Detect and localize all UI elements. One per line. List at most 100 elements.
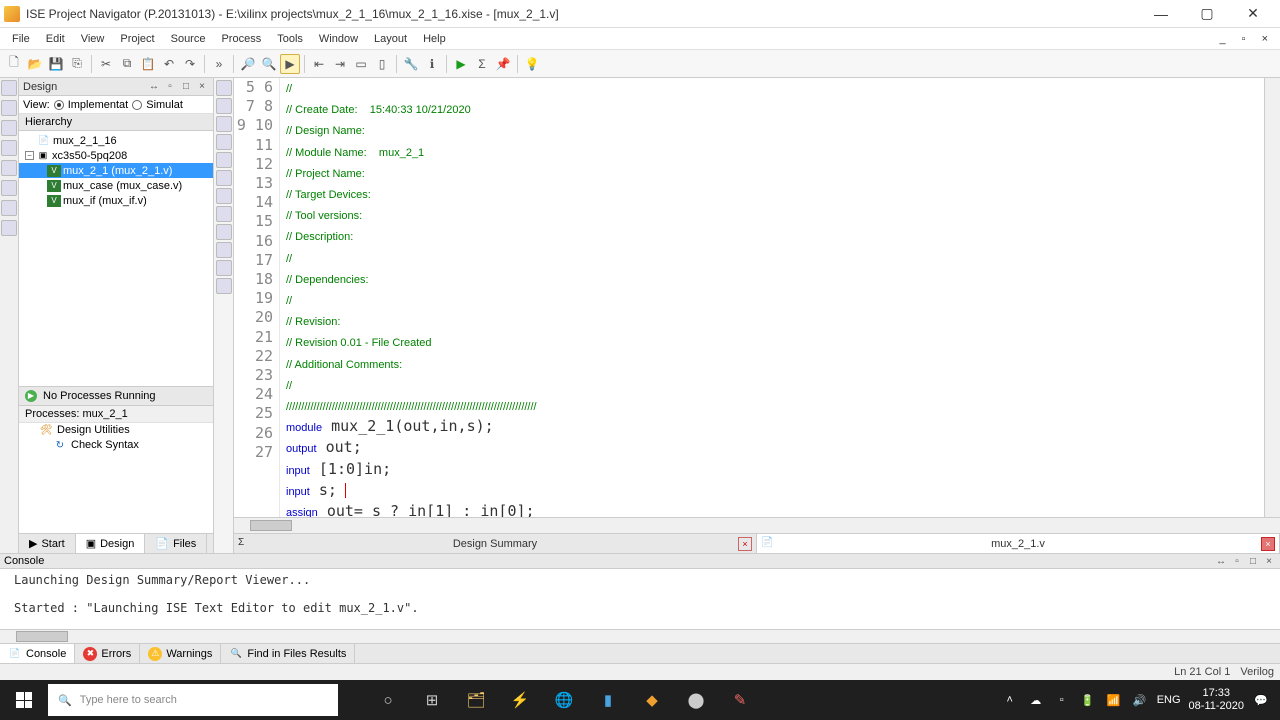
block1-icon[interactable]: ▭ [351,54,371,74]
block2-icon[interactable]: ▯ [372,54,392,74]
copy-icon[interactable]: ⧉ [117,54,137,74]
arrow-icon[interactable]: » [209,54,229,74]
find-icon[interactable]: 🔎 [238,54,258,74]
menu-help[interactable]: Help [415,33,454,45]
cortana-icon[interactable]: ○ [366,680,410,720]
radio-simulation[interactable] [132,100,142,110]
panel-max-icon[interactable]: □ [179,80,193,94]
edrail-icon[interactable] [216,134,232,150]
panel-float-icon[interactable]: ▫ [163,80,177,94]
taskview-icon[interactable]: ⊞ [410,680,454,720]
open-icon[interactable]: 📂 [25,54,45,74]
edrail-icon[interactable] [216,170,232,186]
rail-icon[interactable] [1,220,17,236]
console-output[interactable]: Launching Design Summary/Report Viewer..… [0,569,1280,629]
app3-icon[interactable]: ✎ [718,680,762,720]
tab-close-icon[interactable]: × [1261,537,1275,551]
code-area[interactable]: // // Create Date: 15:40:33 10/21/2020 /… [280,78,1264,517]
tray-icon[interactable]: ▫ [1053,691,1071,709]
console-tab[interactable]: 🔍Find in Files Results [221,644,355,663]
pin-icon[interactable]: 📌 [493,54,513,74]
console-float-icon[interactable]: ▫ [1230,554,1244,568]
rail-icon[interactable] [1,100,17,116]
tree-chip[interactable]: − ▣ xc3s50-5pq208 [19,148,213,163]
console-tab[interactable]: 📄Console [0,644,75,663]
rail-icon[interactable] [1,140,17,156]
rail-icon[interactable] [1,200,17,216]
bulb-icon[interactable]: 💡 [522,54,542,74]
cloud-icon[interactable]: ☁ [1027,691,1045,709]
menu-project[interactable]: Project [112,33,162,45]
sigma-icon[interactable]: Σ [472,54,492,74]
goto-icon[interactable]: ▶ [280,54,300,74]
rail-icon[interactable] [1,160,17,176]
edrail-icon[interactable] [216,116,232,132]
process-item[interactable]: ↻ Check Syntax [19,438,213,453]
explorer-icon[interactable]: 🗂 [454,680,498,720]
edrail-icon[interactable] [216,242,232,258]
vertical-scrollbar[interactable] [1264,78,1280,517]
battery-icon[interactable]: 🔋 [1079,691,1097,709]
edrail-icon[interactable] [216,260,232,276]
maximize-button[interactable]: ▢ [1184,0,1230,28]
tree-file[interactable]: V mux_case (mux_case.v) [19,178,213,193]
edrail-icon[interactable] [216,278,232,294]
menu-view[interactable]: View [73,33,113,45]
console-tab[interactable]: ✖Errors [75,644,140,663]
clock[interactable]: 17:33 08-11-2020 [1189,687,1244,713]
close-button[interactable]: ✕ [1230,0,1276,28]
panel-arrows-icon[interactable]: ↔ [147,80,161,94]
tab-close-icon[interactable]: × [738,537,752,551]
mdi-minimize-icon[interactable]: _ [1212,33,1234,45]
saveall-icon[interactable]: ⎘ [67,54,87,74]
app2-icon[interactable]: ▮ [586,680,630,720]
menu-source[interactable]: Source [163,33,214,45]
indent-left-icon[interactable]: ⇤ [309,54,329,74]
tree-file[interactable]: V mux_if (mux_if.v) [19,193,213,208]
mdi-restore-icon[interactable]: ▫ [1234,33,1254,45]
collapse-icon[interactable]: − [25,151,34,160]
edrail-icon[interactable] [216,98,232,114]
ise-icon[interactable]: ◆ [630,680,674,720]
tab-start[interactable]: ▶Start [19,534,76,553]
wifi-icon[interactable]: 📶 [1105,691,1123,709]
menu-layout[interactable]: Layout [366,33,415,45]
cut-icon[interactable]: ✂ [96,54,116,74]
find2-icon[interactable]: 🔍 [259,54,279,74]
edrail-icon[interactable] [216,206,232,222]
minimize-button[interactable]: — [1138,0,1184,28]
indent-right-icon[interactable]: ⇥ [330,54,350,74]
edrail-icon[interactable] [216,188,232,204]
menu-process[interactable]: Process [213,33,269,45]
tab-design-summary[interactable]: Σ Design Summary × [234,534,757,553]
console-scrollbar[interactable] [0,629,1280,643]
console-tab[interactable]: ⚠Warnings [140,644,221,663]
menu-edit[interactable]: Edit [38,33,73,45]
tab-files[interactable]: 📄Files [145,534,207,553]
console-max-icon[interactable]: □ [1246,554,1260,568]
save-icon[interactable]: 💾 [46,54,66,74]
horizontal-scrollbar[interactable] [234,517,1280,533]
rail-icon[interactable] [1,180,17,196]
new-icon[interactable]: 🗋 [4,54,24,74]
edrail-icon[interactable] [216,80,232,96]
run-icon[interactable]: ▶ [451,54,471,74]
app-icon[interactable]: ⚡ [498,680,542,720]
taskbar-search[interactable]: 🔍 Type here to search [48,684,338,716]
panel-close-icon[interactable]: × [195,80,209,94]
radio-implementation[interactable] [54,100,64,110]
tray-up-icon[interactable]: ˄ [1001,691,1019,709]
tab-design[interactable]: ▣Design [76,534,146,553]
obs-icon[interactable]: ⬤ [674,680,718,720]
edrail-icon[interactable] [216,224,232,240]
process-item[interactable]: 🛠 Design Utilities [19,423,213,438]
rail-icon[interactable] [1,80,17,96]
language-icon[interactable]: ENG [1157,694,1181,706]
notifications-icon[interactable]: 💬 [1252,691,1270,709]
edrail-icon[interactable] [216,152,232,168]
rail-icon[interactable] [1,120,17,136]
menu-window[interactable]: Window [311,33,366,45]
tree-file-selected[interactable]: V mux_2_1 (mux_2_1.v) [19,163,213,178]
console-close-icon[interactable]: × [1262,554,1276,568]
wrench-icon[interactable]: 🔧 [401,54,421,74]
